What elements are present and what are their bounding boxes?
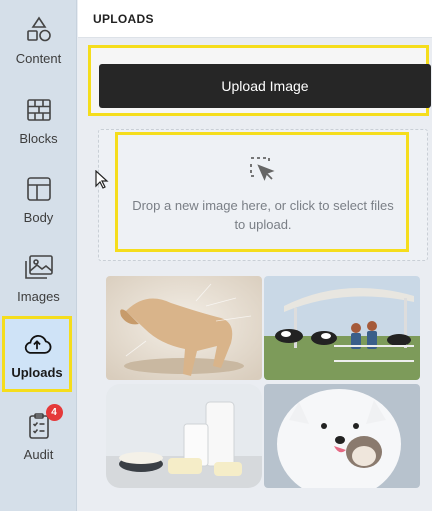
panel-title: UPLOADS <box>93 12 154 26</box>
shapes-icon <box>24 15 54 45</box>
sidebar-item-label: Audit <box>23 446 54 462</box>
samoyed-cat-thumbnail[interactable] <box>264 384 420 488</box>
sidebar-item-label: Images <box>17 288 60 304</box>
mouse-cursor-icon <box>95 169 109 190</box>
cloud-upload-icon <box>22 329 52 359</box>
notification-badge: 4 <box>45 403 63 421</box>
dropzone-highlight[interactable] <box>115 132 409 252</box>
sidebar-item-body[interactable]: Body <box>0 161 77 237</box>
sidebar-item-label: Content <box>15 50 62 66</box>
uploads-panel: UPLOADS Upload Image Drop a new image he… <box>78 0 432 511</box>
image-gallery-icon <box>24 253 54 283</box>
sidebar-item-label: Body <box>23 209 54 225</box>
dairy-products-thumbnail[interactable] <box>106 384 262 488</box>
upload-image-button[interactable]: Upload Image <box>99 64 431 108</box>
sidebar-item-blocks[interactable]: Blocks <box>0 82 77 158</box>
clipboard-check-icon: 4 <box>24 403 63 441</box>
sidebar-item-label: Uploads <box>11 364 63 380</box>
dropzone-instructions: Drop a new image here, or click to selec… <box>132 198 394 232</box>
sidebar-item-label: Blocks <box>19 130 58 146</box>
upload-button-highlight: Upload Image <box>88 45 431 116</box>
sidebar-item-uploads[interactable]: Uploads <box>2 316 72 392</box>
dog-shaking-thumbnail[interactable] <box>106 276 262 380</box>
cows-farm-thumbnail[interactable] <box>264 276 420 380</box>
layout-icon <box>24 174 54 204</box>
select-files-icon <box>248 155 278 185</box>
panel-header: UPLOADS <box>78 0 432 38</box>
sidebar: Content Blocks Body Images Uploads 4 Aud… <box>0 0 77 511</box>
sidebar-item-audit[interactable]: 4 Audit <box>0 398 77 474</box>
bricks-icon <box>24 95 54 125</box>
sidebar-item-images[interactable]: Images <box>0 240 77 316</box>
sidebar-item-content[interactable]: Content <box>0 2 77 78</box>
